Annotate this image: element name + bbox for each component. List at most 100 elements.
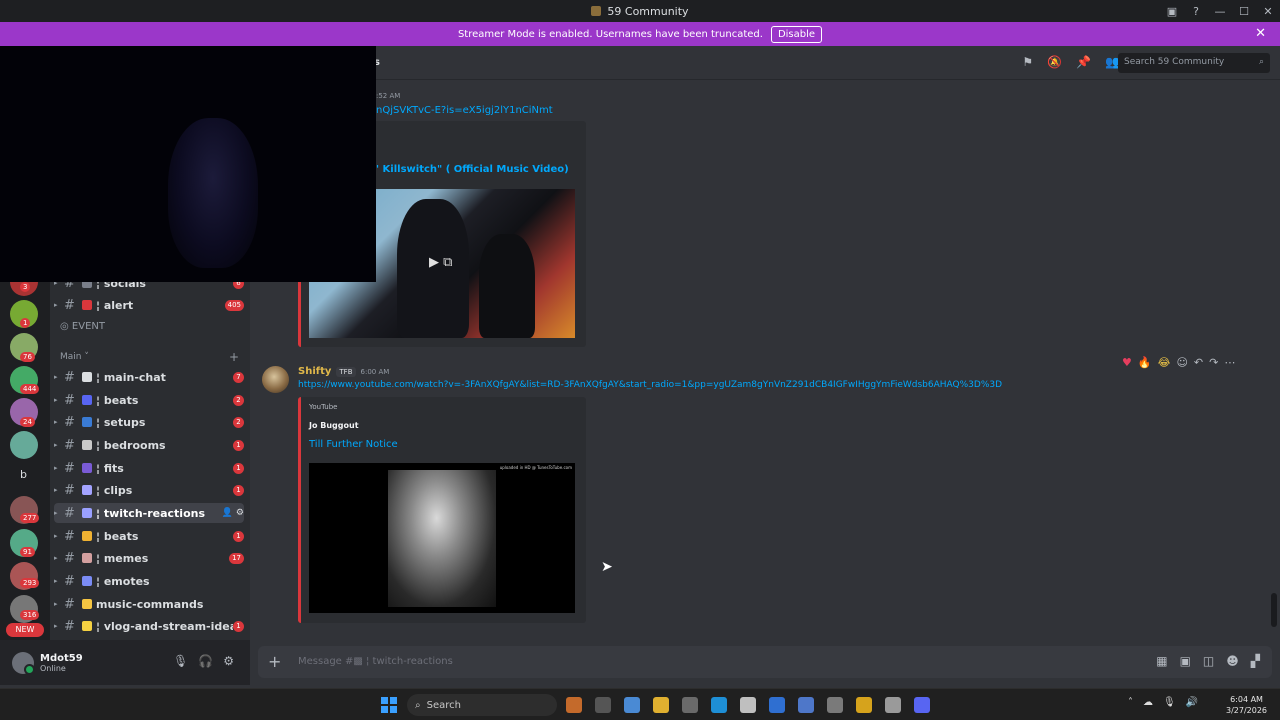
volume-icon[interactable]: 🔊: [1186, 697, 1198, 708]
channel-item[interactable]: ▸ # ¦ beats 1: [54, 526, 244, 546]
taskbar-app-icon[interactable]: [624, 697, 640, 713]
taskbar-app-icon[interactable]: [653, 697, 669, 713]
channel-header: ⚑ 🔕 📌 👥 Search 59 Community ⌕: [250, 46, 1280, 80]
search-input[interactable]: Search 59 Community ⌕: [1118, 53, 1270, 73]
channel-emoji-icon: [82, 576, 92, 586]
settings-gear-icon[interactable]: ⚙: [223, 654, 234, 668]
expand-caret-icon[interactable]: ▸: [54, 509, 62, 517]
reply-icon[interactable]: ↶: [1194, 356, 1203, 369]
taskbar-app-icon[interactable]: [740, 697, 756, 713]
expand-caret-icon[interactable]: ▸: [54, 554, 62, 562]
help-icon[interactable]: ?: [1190, 5, 1202, 18]
channel-mention-badge: 405: [224, 299, 244, 311]
pin-icon[interactable]: 📌: [1076, 55, 1091, 69]
channel-item[interactable]: ▸ # ¦ clips 1: [54, 480, 244, 500]
expand-caret-icon[interactable]: ▸: [54, 396, 62, 404]
embed-title[interactable]: ' Killswitch" ( Official Music Video): [376, 164, 569, 175]
server-letter-icon[interactable]: b: [20, 468, 27, 481]
message-link[interactable]: https://www.youtube.com/watch?v=-3FAnXQf…: [298, 380, 1002, 390]
expand-caret-icon[interactable]: ▸: [54, 441, 62, 449]
add-channel-icon[interactable]: +: [229, 350, 239, 364]
taskbar-app-icon[interactable]: [798, 697, 814, 713]
channel-item[interactable]: ▸ # ¦ bedrooms 1: [54, 435, 244, 455]
expand-caret-icon[interactable]: ▸: [54, 577, 62, 585]
microphone-icon[interactable]: 🎙: [173, 654, 188, 668]
apps-icon[interactable]: ▞: [1251, 654, 1260, 668]
message-link[interactable]: nQjSVKTvC-E?is=eX5igj2lY1nCiNmt: [376, 105, 553, 116]
emoji-icon[interactable]: ☻: [1226, 654, 1239, 668]
expand-caret-icon[interactable]: ▸: [54, 418, 62, 426]
channel-settings-icon[interactable]: 👤 ⚙: [222, 508, 244, 518]
channel-item[interactable]: ▸ # ¦ beats 2: [54, 390, 244, 410]
message-author-avatar[interactable]: [262, 366, 289, 393]
new-servers-pill[interactable]: NEW: [6, 623, 44, 637]
channel-item[interactable]: ▸ # ¦ main-chat 7: [54, 367, 244, 387]
expand-caret-icon[interactable]: ▸: [54, 532, 62, 540]
taskbar-app-icon[interactable]: [566, 697, 582, 713]
add-reaction-icon[interactable]: ☺: [1176, 356, 1187, 369]
taskbar-app-icon[interactable]: [914, 697, 930, 713]
channel-item[interactable]: ▸ # ¦ twitch-reactions 👤 ⚙: [54, 503, 244, 523]
expand-caret-icon[interactable]: ▸: [54, 464, 62, 472]
username[interactable]: Mdot59: [40, 653, 83, 664]
inbox-icon[interactable]: ▣: [1166, 5, 1178, 18]
channel-item[interactable]: ▸ # ¦ alert 405: [54, 295, 244, 315]
embed-author[interactable]: Jo Buggout: [309, 421, 359, 430]
channel-item[interactable]: ▸ # music-commands: [54, 594, 244, 614]
taskbar-app-icon[interactable]: [711, 697, 727, 713]
channel-item[interactable]: ▸ # ¦ vlog-and-stream-ideas 1: [54, 616, 244, 636]
sidebar-event-item[interactable]: ◎ EVENT: [60, 321, 105, 332]
taskbar-app-icon[interactable]: [885, 697, 901, 713]
disable-streamer-mode-button[interactable]: Disable: [770, 25, 823, 43]
mic-tray-icon[interactable]: 🎙: [1163, 697, 1176, 708]
taskbar-app-icon[interactable]: [856, 697, 872, 713]
taskbar-app-icon[interactable]: [595, 697, 611, 713]
user-status: Online: [40, 663, 66, 673]
close-button[interactable]: ✕: [1262, 5, 1274, 18]
gift-icon[interactable]: ▦: [1156, 654, 1167, 668]
fire-reaction-icon[interactable]: 🔥: [1138, 356, 1152, 369]
taskbar-search[interactable]: ⌕ Search: [407, 694, 557, 716]
video-thumbnail[interactable]: uploaded in HD @ TunesToTube.com: [309, 463, 575, 613]
message-author[interactable]: Shifty: [298, 366, 331, 377]
attach-plus-icon[interactable]: +: [268, 652, 281, 671]
user-avatar[interactable]: [12, 651, 35, 675]
taskbar-app-icon[interactable]: [827, 697, 843, 713]
play-icon[interactable]: ▶ ⧉: [429, 255, 452, 270]
expand-caret-icon[interactable]: ▸: [54, 301, 62, 309]
banner-close-icon[interactable]: ✕: [1255, 26, 1266, 41]
start-windows-icon[interactable]: [381, 697, 397, 713]
taskbar-clock[interactable]: 6:04 AM 3/27/2026: [1226, 694, 1267, 716]
forward-icon[interactable]: ↷: [1209, 356, 1218, 369]
notifications-muted-icon[interactable]: 🔕: [1047, 55, 1062, 69]
minimize-button[interactable]: —: [1214, 5, 1226, 18]
taskbar-app-icon[interactable]: [682, 697, 698, 713]
channel-emoji-icon: [82, 531, 92, 541]
message-timestamp: 6:00 AM: [360, 367, 390, 376]
server-icon[interactable]: [10, 431, 38, 459]
tray-overflow-icon[interactable]: ˄: [1128, 697, 1133, 708]
category-main[interactable]: Main ˅: [60, 352, 89, 362]
expand-caret-icon[interactable]: ▸: [54, 486, 62, 494]
headset-icon[interactable]: 🎧: [198, 654, 213, 668]
expand-caret-icon[interactable]: ▸: [54, 600, 62, 608]
taskbar-app-icon[interactable]: [769, 697, 785, 713]
messages-scrollbar[interactable]: [1271, 593, 1277, 627]
maximize-button[interactable]: ☐: [1238, 5, 1250, 18]
channel-item[interactable]: ▸ # ¦ setups 2: [54, 412, 244, 432]
expand-caret-icon[interactable]: ▸: [54, 622, 62, 630]
channel-item[interactable]: ▸ # ¦ memes 17: [54, 548, 244, 568]
message-composer[interactable]: + Message #▩ ¦ twitch-reactions ▦ ▣ ◫ ☻ …: [258, 646, 1272, 678]
channel-item[interactable]: ▸ # ¦ fits 1: [54, 458, 244, 478]
threads-icon[interactable]: ⚑: [1022, 55, 1033, 69]
gif-icon[interactable]: ▣: [1180, 654, 1191, 668]
laugh-reaction-icon[interactable]: 😂: [1158, 356, 1171, 369]
cloud-icon[interactable]: ☁: [1143, 697, 1153, 708]
more-options-icon[interactable]: ⋯: [1224, 356, 1235, 369]
expand-caret-icon[interactable]: ▸: [54, 373, 62, 381]
sticker-icon[interactable]: ◫: [1203, 654, 1214, 668]
channel-item[interactable]: ▸ # ¦ emotes: [54, 571, 244, 591]
heart-reaction-icon[interactable]: ♥: [1122, 356, 1132, 369]
message-input[interactable]: Message #▩ ¦ twitch-reactions: [298, 656, 453, 667]
embed-title[interactable]: Till Further Notice: [309, 439, 398, 450]
